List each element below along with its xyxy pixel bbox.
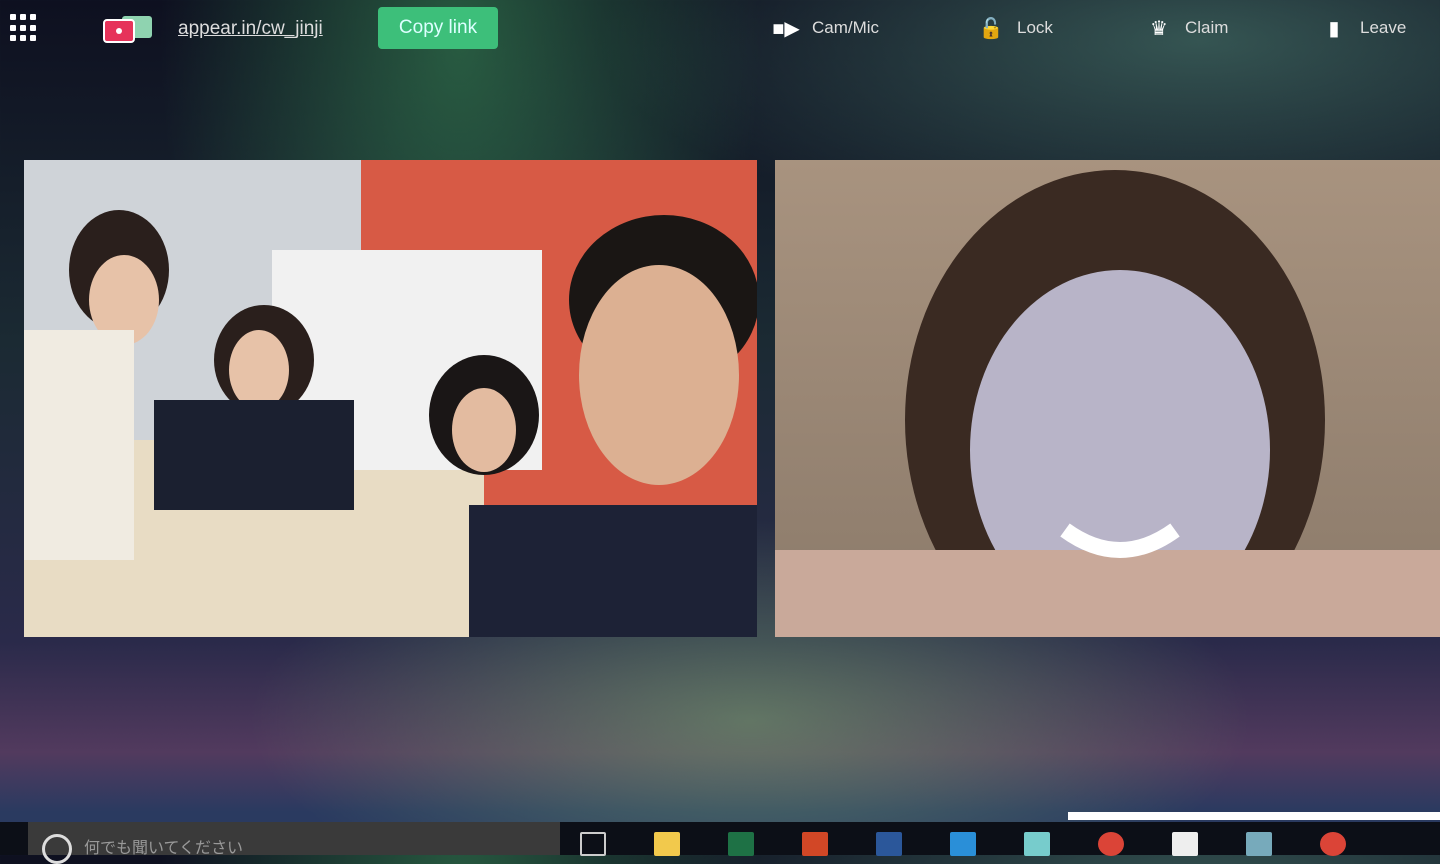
video-tile-group[interactable] [24,160,757,637]
appear-in-logo [103,16,152,43]
taskbar-search[interactable]: 何でも聞いてください [28,822,560,864]
cam-mic-button[interactable]: ■▶ Cam/Mic [770,17,879,40]
task-view-icon[interactable] [580,832,606,856]
camera-icon: ■▶ [772,17,800,40]
room-url-link[interactable]: appear.in/cw_jinji [178,18,323,40]
participant-video [24,210,757,637]
app-icon[interactable] [950,832,976,856]
taskbar: 何でも聞いてください [0,822,1440,864]
participant-video [775,170,1440,637]
claim-button[interactable]: ♛ Claim [1143,17,1228,40]
door-icon: ▮ [1328,17,1340,40]
app2-icon[interactable] [1172,832,1198,856]
leave-button[interactable]: ▮ Leave [1318,17,1406,40]
top-bar: appear.in/cw_jinji Copy link ■▶ Cam/Mic 🔓… [0,0,1440,58]
copy-link-button[interactable]: Copy link [378,7,498,49]
lock-button[interactable]: 🔓 Lock [975,17,1053,40]
word-icon[interactable] [876,832,902,856]
app3-icon[interactable] [1246,832,1272,856]
apps-menu-icon[interactable] [10,14,40,42]
file-explorer-icon[interactable] [654,832,680,856]
store-icon[interactable] [1024,832,1050,856]
lock-icon: 🔓 [978,17,1004,40]
search-icon [42,834,72,864]
powerpoint-icon[interactable] [802,832,828,856]
window-edge [1068,812,1440,820]
video-tile-remote[interactable] [775,160,1440,637]
crown-icon: ♛ [1150,17,1168,40]
chrome-icon[interactable] [1098,832,1124,856]
excel-icon[interactable] [728,832,754,856]
chrome2-icon[interactable] [1320,832,1346,856]
